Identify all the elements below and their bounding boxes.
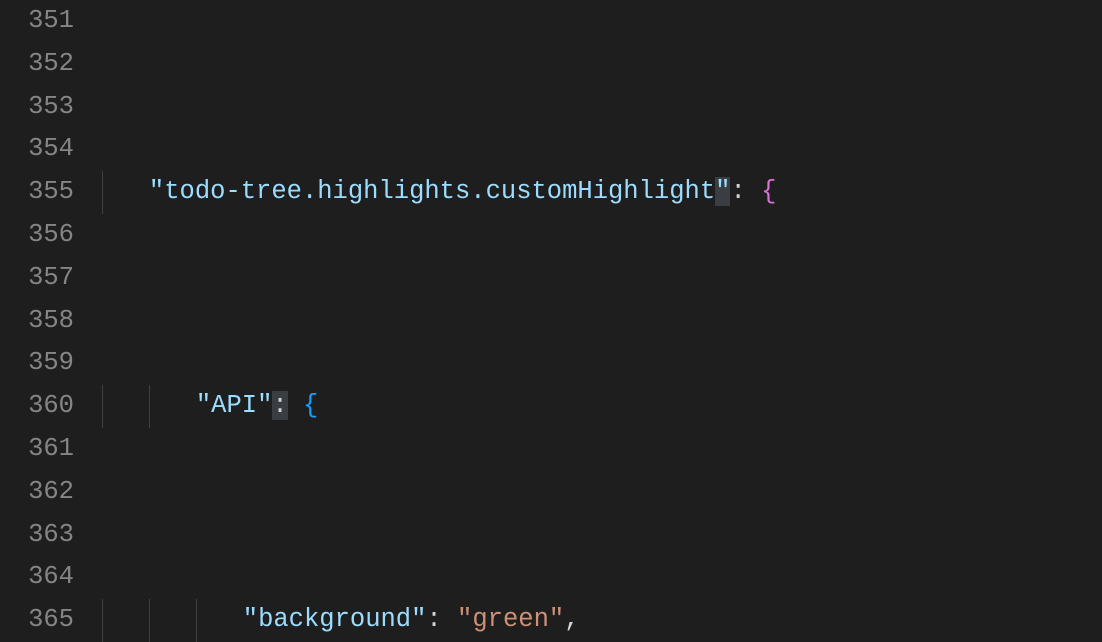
- line-number: 361: [8, 428, 74, 471]
- line-number: 358: [8, 300, 74, 343]
- json-key: "todo-tree.highlights.customHighlight": [149, 177, 731, 206]
- line-number: 357: [8, 257, 74, 300]
- code-line[interactable]: "API": {: [102, 385, 1102, 428]
- line-number: 356: [8, 214, 74, 257]
- brace-open: {: [303, 391, 318, 420]
- code-editor[interactable]: 351 352 353 354 355 356 357 358 359 360 …: [0, 0, 1102, 642]
- line-number: 355: [8, 171, 74, 214]
- line-number: 353: [8, 86, 74, 129]
- line-number: 365: [8, 599, 74, 642]
- colon: :: [730, 177, 745, 206]
- code-line[interactable]: "todo-tree.highlights.customHighlight": …: [102, 171, 1102, 214]
- colon: :: [272, 391, 287, 420]
- line-number: 359: [8, 342, 74, 385]
- colon: :: [426, 605, 441, 634]
- line-number: 364: [8, 556, 74, 599]
- code-line[interactable]: "background": "green",: [102, 599, 1102, 642]
- line-number: 362: [8, 471, 74, 514]
- line-number: 351: [8, 0, 74, 43]
- line-number: 363: [8, 514, 74, 557]
- json-string: "green": [457, 605, 564, 634]
- line-number: 352: [8, 43, 74, 86]
- comma: ,: [564, 605, 579, 634]
- json-key: "background": [243, 605, 427, 634]
- line-number: 354: [8, 128, 74, 171]
- code-area[interactable]: "todo-tree.highlights.customHighlight": …: [102, 0, 1102, 642]
- line-number-gutter: 351 352 353 354 355 356 357 358 359 360 …: [0, 0, 102, 642]
- brace-open: {: [761, 177, 776, 206]
- selection-highlight: ": [715, 177, 730, 206]
- json-key: "API": [196, 391, 273, 420]
- line-number: 360: [8, 385, 74, 428]
